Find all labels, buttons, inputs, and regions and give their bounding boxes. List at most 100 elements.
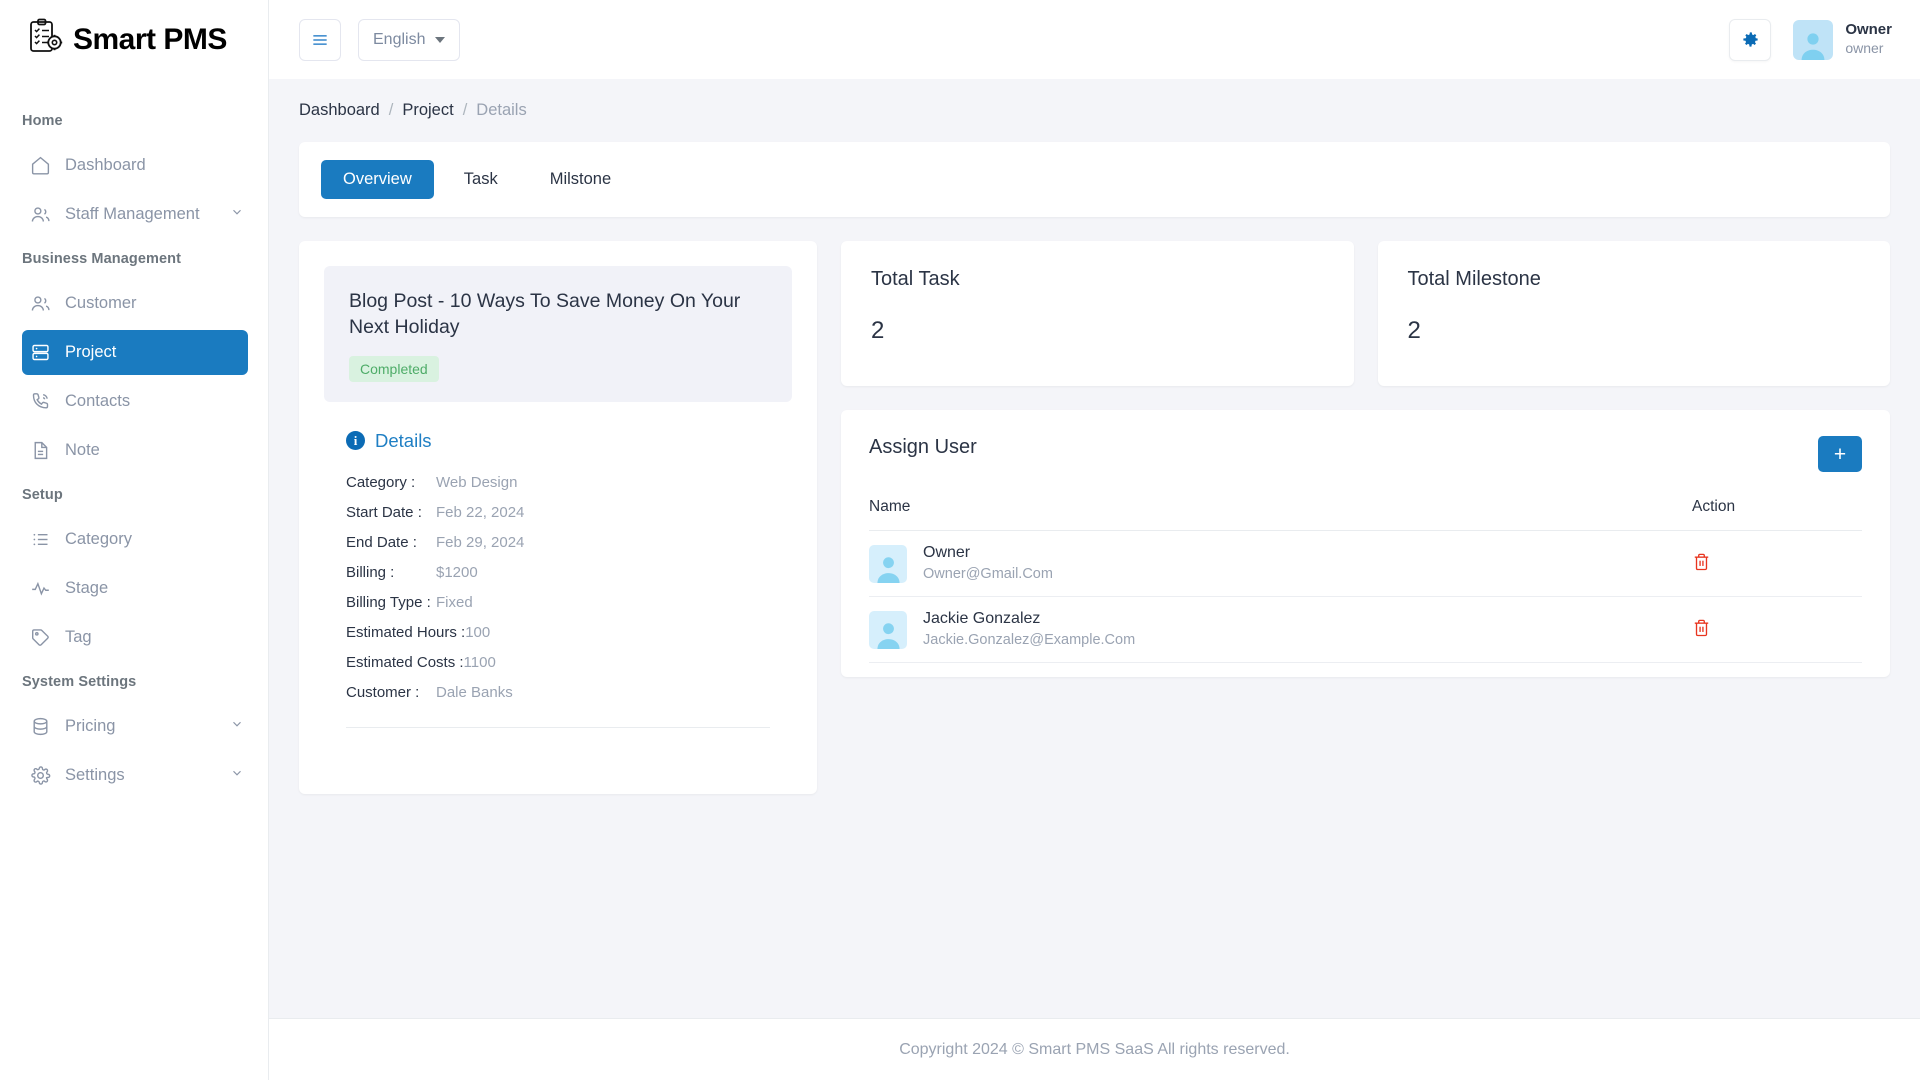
status-badge: Completed [349, 356, 439, 382]
table-header: Name Action [869, 498, 1862, 531]
detail-label: End Date : [346, 534, 428, 551]
detail-label: Category : [346, 474, 428, 491]
sidebar-item-project[interactable]: Project [22, 330, 248, 375]
info-icon: i [346, 431, 365, 450]
nav-section-business-management: Business Management [0, 241, 268, 277]
summary-column: Total Task 2 Total Milestone 2 Assign Us… [841, 241, 1890, 677]
sidebar-item-stage[interactable]: Stage [22, 566, 248, 611]
trash-icon [1692, 560, 1711, 575]
user-menu[interactable]: Owner owner [1793, 20, 1892, 60]
nav-section-home: Home [0, 103, 268, 139]
user-info-cell: Jackie Gonzalez Jackie.Gonzalez@Example.… [869, 597, 1692, 663]
stat-value: 2 [1408, 317, 1861, 345]
detail-label: Customer : [346, 684, 428, 701]
sidebar-item-dashboard[interactable]: Dashboard [22, 143, 248, 188]
footer: Copyright 2024 © Smart PMS SaaS All righ… [269, 1018, 1920, 1080]
trash-icon [1692, 626, 1711, 641]
menu-toggle-button[interactable] [299, 19, 341, 61]
user-action-cell [1692, 597, 1862, 663]
details-list: Category : Web Design Start Date : Feb 2… [346, 474, 770, 701]
sidebar-item-note[interactable]: Note [22, 428, 248, 473]
detail-label: Estimated Costs : [346, 654, 464, 671]
sidebar-item-label: Customer [65, 294, 248, 313]
language-selector[interactable]: English [358, 19, 460, 61]
user-info-cell: Owner Owner@Gmail.Com [869, 531, 1692, 597]
settings-button[interactable] [1729, 19, 1771, 61]
sidebar-item-label: Settings [65, 766, 216, 785]
content-columns: Blog Post - 10 Ways To Save Money On You… [299, 241, 1890, 794]
project-details-column: Blog Post - 10 Ways To Save Money On You… [299, 241, 817, 794]
sidebar-item-label: Pricing [65, 717, 216, 736]
activity-icon [30, 578, 51, 599]
detail-label: Billing Type : [346, 594, 428, 611]
detail-row-category: Category : Web Design [346, 474, 770, 491]
phone-icon [30, 391, 51, 412]
project-details-card: Blog Post - 10 Ways To Save Money On You… [299, 241, 817, 794]
language-label: English [373, 31, 425, 49]
server-icon [30, 342, 51, 363]
breadcrumb-item-project[interactable]: Project [402, 101, 453, 120]
sidebar-item-pricing[interactable]: Pricing [22, 704, 248, 749]
sidebar-nav: Home Dashboard Staff Management Business… [0, 79, 268, 802]
column-header-name: Name [869, 498, 1692, 531]
detail-row-estimated-costs: Estimated Costs : 1100 [346, 654, 770, 671]
user-text: Jackie Gonzalez Jackie.Gonzalez@Example.… [923, 609, 1135, 650]
card-bottom-space [324, 728, 792, 774]
file-text-icon [30, 440, 51, 461]
avatar [869, 611, 907, 649]
sidebar-item-staff-management[interactable]: Staff Management [22, 192, 248, 237]
detail-value: Dale Banks [436, 684, 513, 701]
user-role: owner [1845, 40, 1892, 58]
user-email: Owner@Gmail.Com [923, 564, 1053, 584]
avatar [869, 545, 907, 583]
details-heading-label: Details [375, 430, 432, 452]
sidebar-item-label: Contacts [65, 392, 248, 411]
sidebar-item-settings[interactable]: Settings [22, 753, 248, 798]
detail-row-billing-type: Billing Type : Fixed [346, 594, 770, 611]
brand-logo[interactable]: Smart PMS [0, 0, 268, 79]
breadcrumb-separator: / [389, 101, 394, 120]
detail-label: Estimated Hours : [346, 624, 465, 641]
sidebar-item-tag[interactable]: Tag [22, 615, 248, 660]
assign-user-header: Assign User + [869, 436, 1862, 472]
stat-value: 2 [871, 317, 1324, 345]
home-icon [30, 155, 51, 176]
tab-milestone[interactable]: Milstone [528, 160, 633, 199]
table-row: Jackie Gonzalez Jackie.Gonzalez@Example.… [869, 597, 1862, 663]
user-name: Owner [923, 543, 1053, 564]
sidebar-item-contacts[interactable]: Contacts [22, 379, 248, 424]
chevron-down-icon [230, 766, 244, 785]
user-cell: Jackie Gonzalez Jackie.Gonzalez@Example.… [869, 609, 1692, 650]
assign-user-title: Assign User [869, 436, 977, 459]
nav-section-setup: Setup [0, 477, 268, 513]
delete-user-button[interactable] [1692, 551, 1711, 575]
tab-task[interactable]: Task [442, 160, 520, 199]
assign-user-card: Assign User + Name Action [841, 410, 1890, 677]
sidebar-item-label: Category [65, 530, 248, 549]
table-row: Owner Owner@Gmail.Com [869, 531, 1862, 597]
gear-icon [30, 765, 51, 786]
copyright-text: Copyright 2024 © Smart PMS SaaS All righ… [899, 1041, 1290, 1059]
stat-card-total-milestone: Total Milestone 2 [1378, 241, 1891, 386]
details-heading: i Details [346, 430, 792, 452]
users-icon [30, 293, 51, 314]
delete-user-button[interactable] [1692, 617, 1711, 641]
project-summary: Blog Post - 10 Ways To Save Money On You… [324, 266, 792, 402]
chevron-down-icon [230, 205, 244, 224]
breadcrumb-item-details: Details [476, 101, 526, 120]
detail-value: Feb 29, 2024 [436, 534, 524, 551]
detail-value: Fixed [436, 594, 473, 611]
sidebar-item-customer[interactable]: Customer [22, 281, 248, 326]
detail-value: Feb 22, 2024 [436, 504, 524, 521]
breadcrumb-item-dashboard[interactable]: Dashboard [299, 101, 380, 120]
tab-overview[interactable]: Overview [321, 160, 434, 199]
user-cell: Owner Owner@Gmail.Com [869, 543, 1692, 584]
detail-row-start-date: Start Date : Feb 22, 2024 [346, 504, 770, 521]
detail-value: $1200 [436, 564, 478, 581]
detail-row-billing: Billing : $1200 [346, 564, 770, 581]
sidebar-item-category[interactable]: Category [22, 517, 248, 562]
add-user-button[interactable]: + [1818, 436, 1862, 472]
sidebar: Smart PMS Home Dashboard Staff Managemen… [0, 0, 269, 1080]
content-region: Dashboard / Project / Details Overview T… [269, 79, 1920, 1018]
clipboard-gear-icon [26, 17, 66, 62]
